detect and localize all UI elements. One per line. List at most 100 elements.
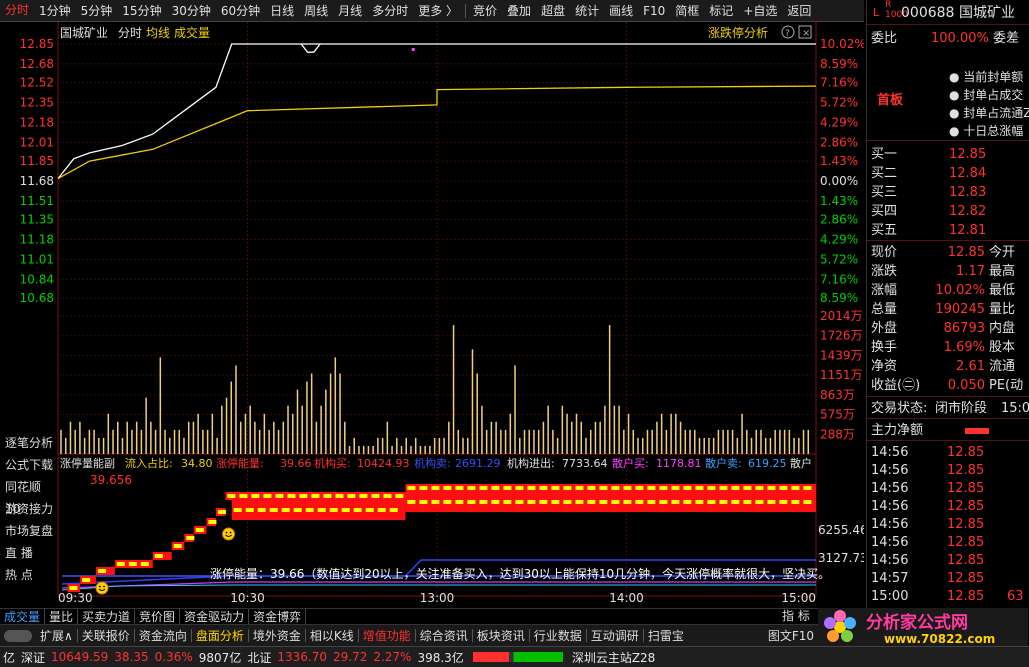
tb-industry-data[interactable]: 行业数据 <box>530 627 586 644</box>
menu-tick-analysis[interactable]: 逐笔分析 <box>0 432 56 454</box>
menu-ths10[interactable]: 同花顺10 <box>0 476 56 516</box>
tick-time: 14:56 <box>871 499 909 514</box>
close-icon-glyph: × <box>802 28 810 39</box>
volume-tick-label: 863万 <box>820 388 855 402</box>
tab-fund-game[interactable]: 资金博弈 <box>249 608 307 625</box>
volume-tick-label: 1151万 <box>820 368 863 382</box>
tab-1min[interactable]: 1分钟 <box>34 0 76 21</box>
tb-risk-scan[interactable]: 扫雷宝 <box>644 627 688 644</box>
energy-segment <box>419 486 428 490</box>
tick-time: 14:56 <box>871 481 909 496</box>
tool-simple[interactable]: 简框 <box>670 0 704 21</box>
menu-hot-money[interactable]: 游资接力 <box>0 498 56 520</box>
smiley-icon-eye <box>225 531 228 534</box>
smiley-icon-eye <box>103 585 105 588</box>
tool-super[interactable]: 超盘 <box>536 0 570 21</box>
price-tick-label: 12.18 <box>20 115 54 129</box>
tool-bidding[interactable]: 竞价 <box>468 0 502 21</box>
indicator-title: 涨停量能副 <box>60 456 115 470</box>
tb-expand[interactable]: 扩展∧ <box>36 627 77 644</box>
time-label: 14:00 <box>609 591 644 605</box>
indicator-button[interactable]: 指 标 <box>782 608 818 624</box>
limit-analysis-button[interactable]: 涨跌停分析 <box>708 25 768 40</box>
tab-fenshi[interactable]: 分时 <box>0 0 35 21</box>
tool-draw[interactable]: 画线 <box>604 0 638 21</box>
tab-monthly[interactable]: 月线 <box>333 0 367 21</box>
tab-15min[interactable]: 15分钟 <box>117 0 166 21</box>
bid-price: 12.82 <box>949 204 987 219</box>
pct-tick-label: 0.00% <box>820 174 858 188</box>
panel-divider <box>867 240 1029 241</box>
tb-fund-flow[interactable]: 资金流向 <box>135 627 191 644</box>
tool-f10[interactable]: F10 <box>638 0 670 21</box>
tb-research[interactable]: 互动调研 <box>587 627 643 644</box>
tb-value-added[interactable]: 增值功能 <box>359 627 415 644</box>
tool-back[interactable]: 返回 <box>782 0 816 21</box>
tab-weekly[interactable]: 周线 <box>299 0 333 21</box>
energy-segment <box>383 494 392 498</box>
tab-multi-fenshi[interactable]: 多分时 <box>367 0 413 21</box>
server-label: 深圳云主站Z28 <box>571 650 656 665</box>
tb-sector-news[interactable]: 板块资讯 <box>473 627 529 644</box>
tab-volume-ratio[interactable]: 量比 <box>45 608 79 625</box>
energy-segment <box>743 500 752 504</box>
help-icon-glyph: ? <box>785 29 790 39</box>
volume-tick-label: 575万 <box>820 408 855 422</box>
tab-bidding-chart[interactable]: 竞价图 <box>135 608 181 625</box>
stock-code: 000688 <box>901 5 955 21</box>
tab-more[interactable]: 更多 〉 <box>413 0 463 21</box>
toggle-icon[interactable] <box>4 629 32 642</box>
tick-volume: 63 <box>1007 589 1024 604</box>
tb-market-analysis[interactable]: 盘面分析 <box>192 627 248 644</box>
quote-value: 1.17 <box>956 264 985 279</box>
energy-segment <box>731 500 740 504</box>
menu-formula-download[interactable]: 公式下载 <box>0 454 56 476</box>
tool-mark[interactable]: 标记 <box>704 0 738 21</box>
tool-overlay[interactable]: 叠加 <box>502 0 536 21</box>
intraday-chart[interactable]: 12.85 12.68 12.52 12.35 12.18 12.01 11.85 11.68… <box>0 22 864 608</box>
energy-segment <box>377 508 386 512</box>
energy-marker-value: 39.656 <box>90 473 132 487</box>
tb-f10[interactable]: 图文F10 <box>764 627 818 644</box>
tab-fund-drive[interactable]: 资金驱动力 <box>180 608 250 625</box>
tab-5min[interactable]: 5分钟 <box>76 0 118 21</box>
energy-step <box>405 484 816 492</box>
menu-live[interactable]: 直 播 <box>0 542 56 564</box>
bz-label[interactable]: 北证 <box>244 649 274 666</box>
quote-label2: 今开 <box>989 245 1016 260</box>
tab-60min[interactable]: 60分钟 <box>216 0 265 21</box>
seal-info-line: ● 封单占流通Z <box>949 106 1029 120</box>
tb-similar-kline[interactable]: 相以K线 <box>306 627 358 644</box>
tb-foreign-fund[interactable]: 境外资金 <box>249 627 305 644</box>
sz-label[interactable]: 深证 <box>18 649 48 666</box>
smiley-icon-eye <box>229 531 232 534</box>
menu-hot[interactable]: 热 点 <box>0 564 56 586</box>
tb-news[interactable]: 综合资讯 <box>416 627 472 644</box>
energy-segment <box>69 586 78 590</box>
energy-segment <box>245 508 254 512</box>
trade-status-label: 交易状态: <box>871 401 928 416</box>
energy-segment <box>503 486 512 490</box>
energy-segment <box>803 486 812 490</box>
tab-30min[interactable]: 30分钟 <box>167 0 216 21</box>
pct-tick-label: 5.72% <box>820 252 858 266</box>
quote-label2: 最高 <box>989 264 1016 279</box>
function-toolbar: 扩展∧ 关联报价 资金流向 盘面分析 境外资金 相以K线 增值功能 综合资讯 板… <box>0 624 818 646</box>
energy-segment <box>515 486 524 490</box>
tool-stats[interactable]: 统计 <box>570 0 604 21</box>
energy-segment <box>329 508 338 512</box>
bid-label: 买四 <box>871 204 898 219</box>
menu-market-review[interactable]: 市场复盘 <box>0 520 56 542</box>
quote-value: 2.61 <box>956 359 985 374</box>
panel-divider <box>867 24 1029 25</box>
pct-tick-label: 1.43% <box>820 194 858 208</box>
tab-volume[interactable]: 成交量 <box>0 608 46 625</box>
tool-add-favorite[interactable]: +自选 <box>738 0 782 21</box>
bz-value: 1336.70 <box>277 650 327 664</box>
tab-buy-sell-force[interactable]: 买卖力道 <box>78 608 136 625</box>
tb-related-quote[interactable]: 关联报价 <box>78 627 134 644</box>
retail-sell-value: 619.25 <box>748 457 787 470</box>
tick-price: 12.85 <box>947 589 985 604</box>
tab-daily[interactable]: 日线 <box>265 0 299 21</box>
energy-segment <box>527 500 536 504</box>
